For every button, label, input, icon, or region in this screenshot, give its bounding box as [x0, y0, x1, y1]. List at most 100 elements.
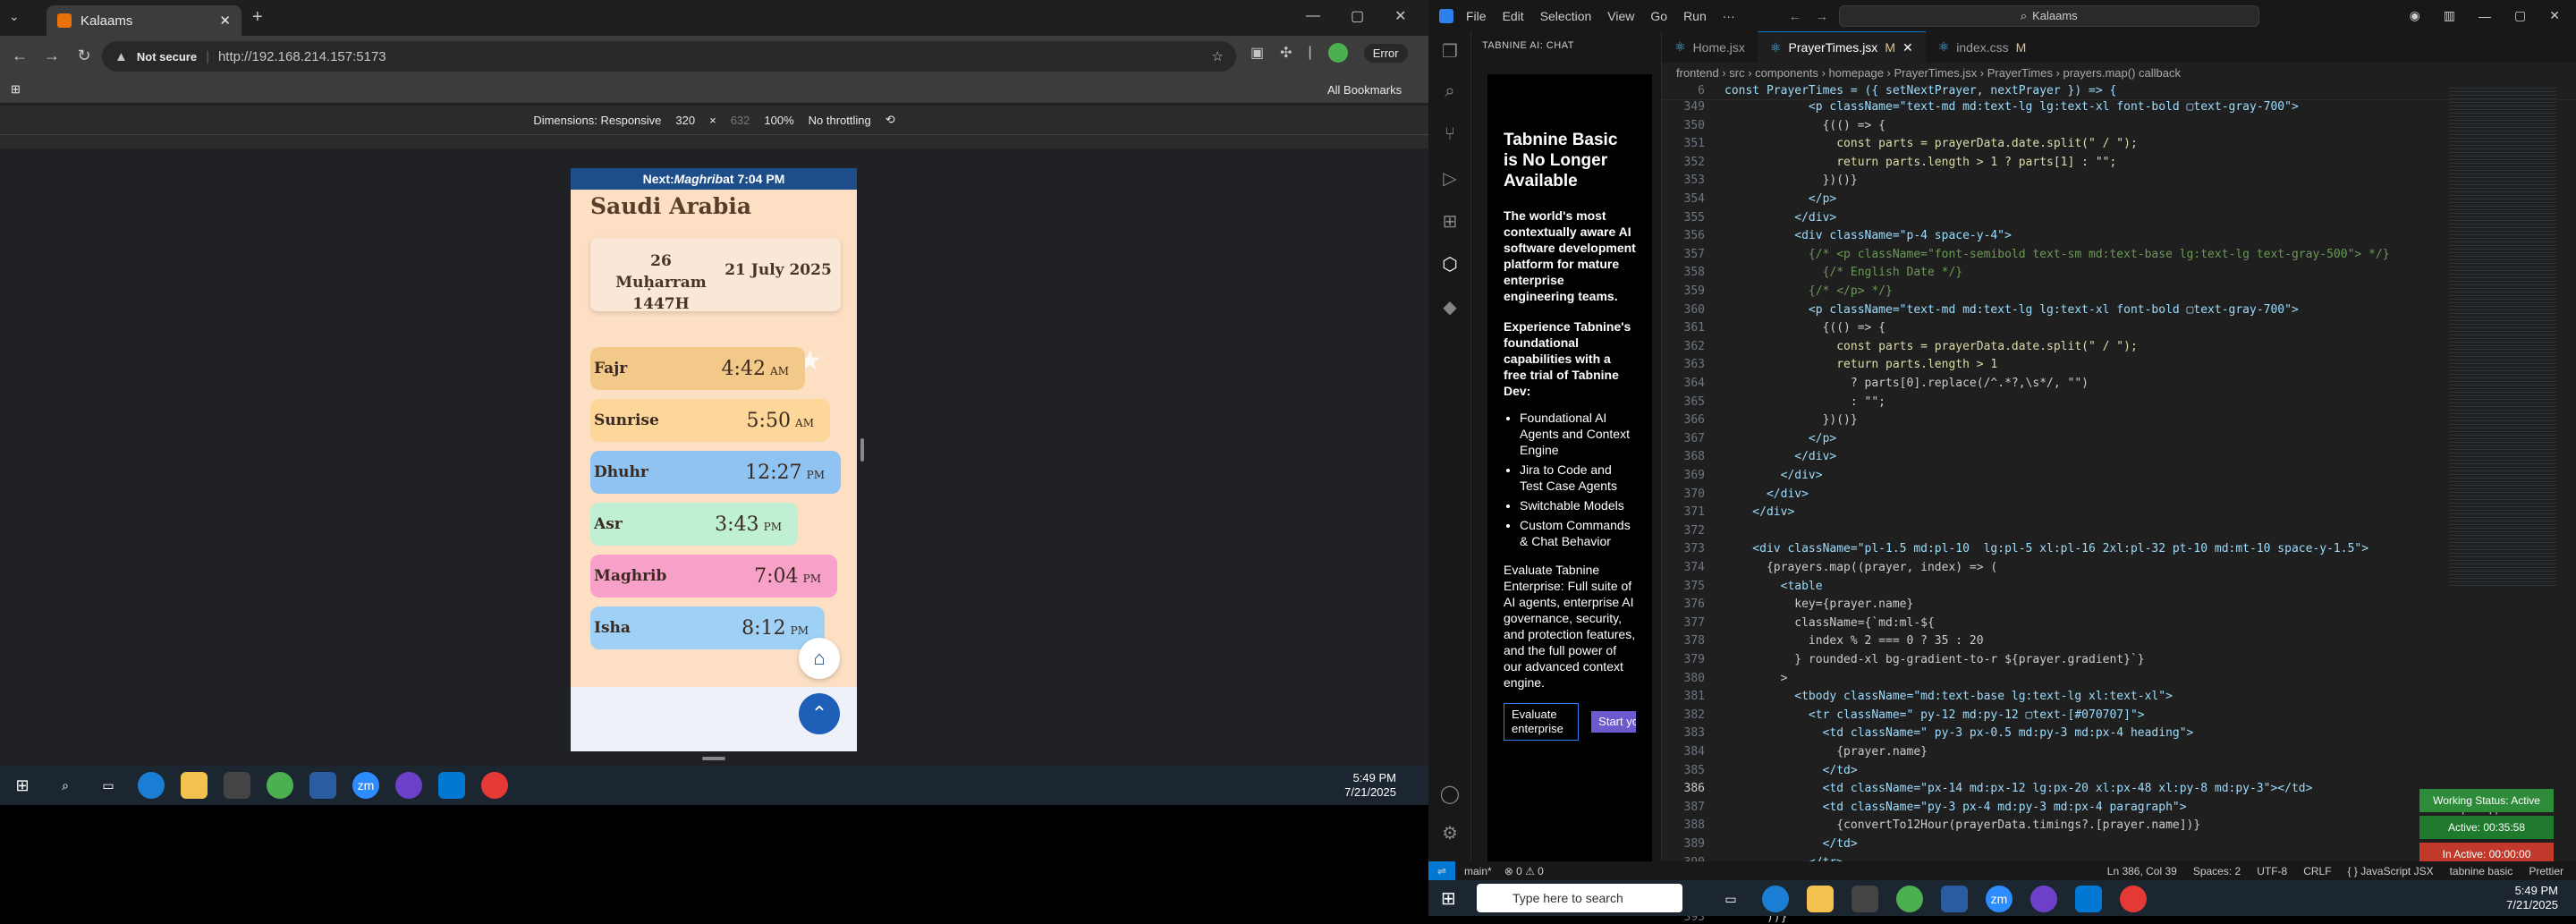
taskbar-search-input[interactable]: Type here to search: [1477, 884, 1682, 912]
github-icon[interactable]: [395, 772, 422, 799]
height-input[interactable]: 632: [731, 114, 750, 127]
run-debug-icon[interactable]: ▷: [1437, 167, 1462, 192]
error-button[interactable]: Error: [1363, 43, 1408, 63]
eol-label[interactable]: CRLF: [2303, 865, 2331, 877]
scroll-up-button[interactable]: ⌂: [799, 638, 840, 679]
settings-gear-icon[interactable]: ⚙: [1437, 822, 1462, 847]
system-clock[interactable]: 5:49 PM 7/21/2025: [2506, 884, 2558, 912]
rotate-icon[interactable]: ⟲: [886, 113, 895, 127]
maximize-icon[interactable]: ▢: [1351, 7, 1364, 25]
search-icon[interactable]: ⌕: [52, 772, 79, 799]
editor-tab[interactable]: ⚛ index.css M: [1926, 31, 2039, 63]
close-tab-icon[interactable]: ✕: [1902, 40, 1913, 55]
explorer-icon[interactable]: ❐: [1437, 40, 1462, 65]
resize-handle-right[interactable]: [860, 438, 864, 462]
chrome-icon-2[interactable]: [481, 772, 508, 799]
all-bookmarks-link[interactable]: All Bookmarks: [1327, 83, 1402, 97]
tabnine-icon[interactable]: ⬡: [1437, 253, 1462, 278]
address-bar[interactable]: ▲ Not secure | http://192.168.214.157:51…: [102, 41, 1236, 72]
back-arrow-icon[interactable]: ←: [1789, 9, 1801, 23]
source-control-icon[interactable]: ⑂: [1437, 124, 1462, 149]
avatar[interactable]: [1327, 43, 1348, 63]
cursor-position[interactable]: Ln 386, Col 39: [2107, 865, 2177, 877]
extension-icon[interactable]: ▣: [1250, 44, 1264, 62]
reload-icon[interactable]: ↻: [72, 43, 97, 68]
windows-start-icon[interactable]: ⊞: [9, 772, 36, 799]
account-icon[interactable]: ◯: [1437, 783, 1462, 808]
throttle-select[interactable]: No throttling: [809, 114, 871, 127]
menu-item[interactable]: Go: [1650, 9, 1667, 23]
chrome-icon[interactable]: [1896, 886, 1923, 912]
bookmark-star-icon[interactable]: ☆: [1212, 48, 1224, 64]
chrome-icon-2[interactable]: [2120, 886, 2147, 912]
search-icon[interactable]: ⌕: [1437, 81, 1462, 106]
width-input[interactable]: 320: [675, 114, 695, 127]
store-icon[interactable]: [224, 772, 250, 799]
breadcrumb[interactable]: frontend › src › components › homepage ›…: [1662, 63, 2576, 82]
resize-handle-bottom[interactable]: [702, 757, 725, 760]
edge-icon[interactable]: [1762, 886, 1789, 912]
prettier-status[interactable]: Prettier: [2529, 865, 2563, 877]
close-tab-icon[interactable]: ✕: [219, 13, 231, 29]
browser-tab[interactable]: Kalaams ✕: [47, 5, 242, 36]
problems-label[interactable]: ⊗ 0 ⚠ 0: [1504, 865, 1544, 877]
restore-icon[interactable]: ▢: [2514, 8, 2526, 23]
layout-icon[interactable]: ▥: [2444, 8, 2455, 23]
file-explorer-icon[interactable]: [1807, 886, 1834, 912]
edge-icon[interactable]: [138, 772, 165, 799]
minimize-icon[interactable]: —: [1306, 8, 1320, 24]
dimensions-select[interactable]: Dimensions: Responsive: [533, 114, 661, 127]
menu-item[interactable]: Selection: [1540, 9, 1592, 23]
tabnine-status[interactable]: tabnine basic: [2450, 865, 2513, 877]
forward-arrow-icon[interactable]: →: [1816, 9, 1828, 23]
app-icon[interactable]: [309, 772, 336, 799]
forward-icon[interactable]: →: [39, 43, 64, 68]
github-icon[interactable]: [2030, 886, 2057, 912]
gregorian-date: 21 July 2025: [724, 261, 832, 279]
zoom-select[interactable]: 100%: [764, 114, 793, 127]
zoom-icon[interactable]: zm: [1986, 886, 2012, 912]
editor-tab[interactable]: ⚛ PrayerTimes.jsx M ✕: [1757, 31, 1926, 63]
command-center-search[interactable]: ⌕ Kalaams: [1838, 4, 2259, 27]
vscode-icon[interactable]: [438, 772, 465, 799]
minimap[interactable]: [2449, 85, 2556, 586]
extensions-icon[interactable]: ⊞: [1437, 210, 1462, 235]
copilot-icon[interactable]: ◉: [2410, 8, 2420, 23]
menu-item[interactable]: Edit: [1503, 9, 1524, 23]
task-view-icon[interactable]: ▭: [95, 772, 122, 799]
start-trial-button[interactable]: Start your Dev trial: [1591, 711, 1636, 733]
scroll-top-button[interactable]: ⌃: [799, 693, 840, 734]
code-line: {/* <p className="font-semibold text-sm …: [1724, 247, 2390, 261]
menu-item[interactable]: ···: [1723, 9, 1735, 23]
remote-indicator-icon[interactable]: ⇌: [1428, 861, 1455, 880]
editor-tab[interactable]: ⚛ Home.jsx: [1662, 31, 1758, 63]
menu-item[interactable]: View: [1607, 9, 1634, 23]
close-window-icon[interactable]: ✕: [1394, 7, 1406, 25]
menu-item[interactable]: Run: [1683, 9, 1707, 23]
branch-label[interactable]: main*: [1464, 865, 1492, 877]
windows-start-icon[interactable]: ⊞: [1441, 887, 1456, 910]
chrome-icon[interactable]: [267, 772, 293, 799]
task-view-icon[interactable]: ▭: [1717, 886, 1744, 912]
remote-icon[interactable]: ◆: [1437, 296, 1462, 321]
puzzle-icon[interactable]: ✣: [1280, 44, 1292, 62]
zoom-icon[interactable]: zm: [352, 772, 379, 799]
file-explorer-icon[interactable]: [181, 772, 208, 799]
back-icon[interactable]: ←: [7, 43, 32, 68]
vscode-icon[interactable]: [2075, 886, 2102, 912]
app-icon[interactable]: [1941, 886, 1968, 912]
prayer-time: 8:12: [741, 616, 786, 640]
new-tab-icon[interactable]: +: [252, 7, 263, 28]
store-icon[interactable]: [1852, 886, 1878, 912]
menu-item[interactable]: File: [1466, 9, 1487, 23]
evaluate-enterprise-button[interactable]: Evaluate enterprise: [1504, 703, 1580, 741]
tab-search-icon[interactable]: ⌄: [9, 9, 20, 24]
code-editor[interactable]: 349 <p className="text-md md:text-lg lg:…: [1662, 100, 2576, 924]
close-icon[interactable]: ✕: [2549, 8, 2560, 23]
apps-icon[interactable]: ⊞: [11, 82, 21, 97]
minimize-icon[interactable]: —: [2479, 9, 2491, 23]
indent-label[interactable]: Spaces: 2: [2193, 865, 2241, 877]
language-label[interactable]: { } JavaScript JSX: [2348, 865, 2434, 877]
prayer-ampm: PM: [763, 520, 782, 533]
encoding-label[interactable]: UTF-8: [2257, 865, 2287, 877]
